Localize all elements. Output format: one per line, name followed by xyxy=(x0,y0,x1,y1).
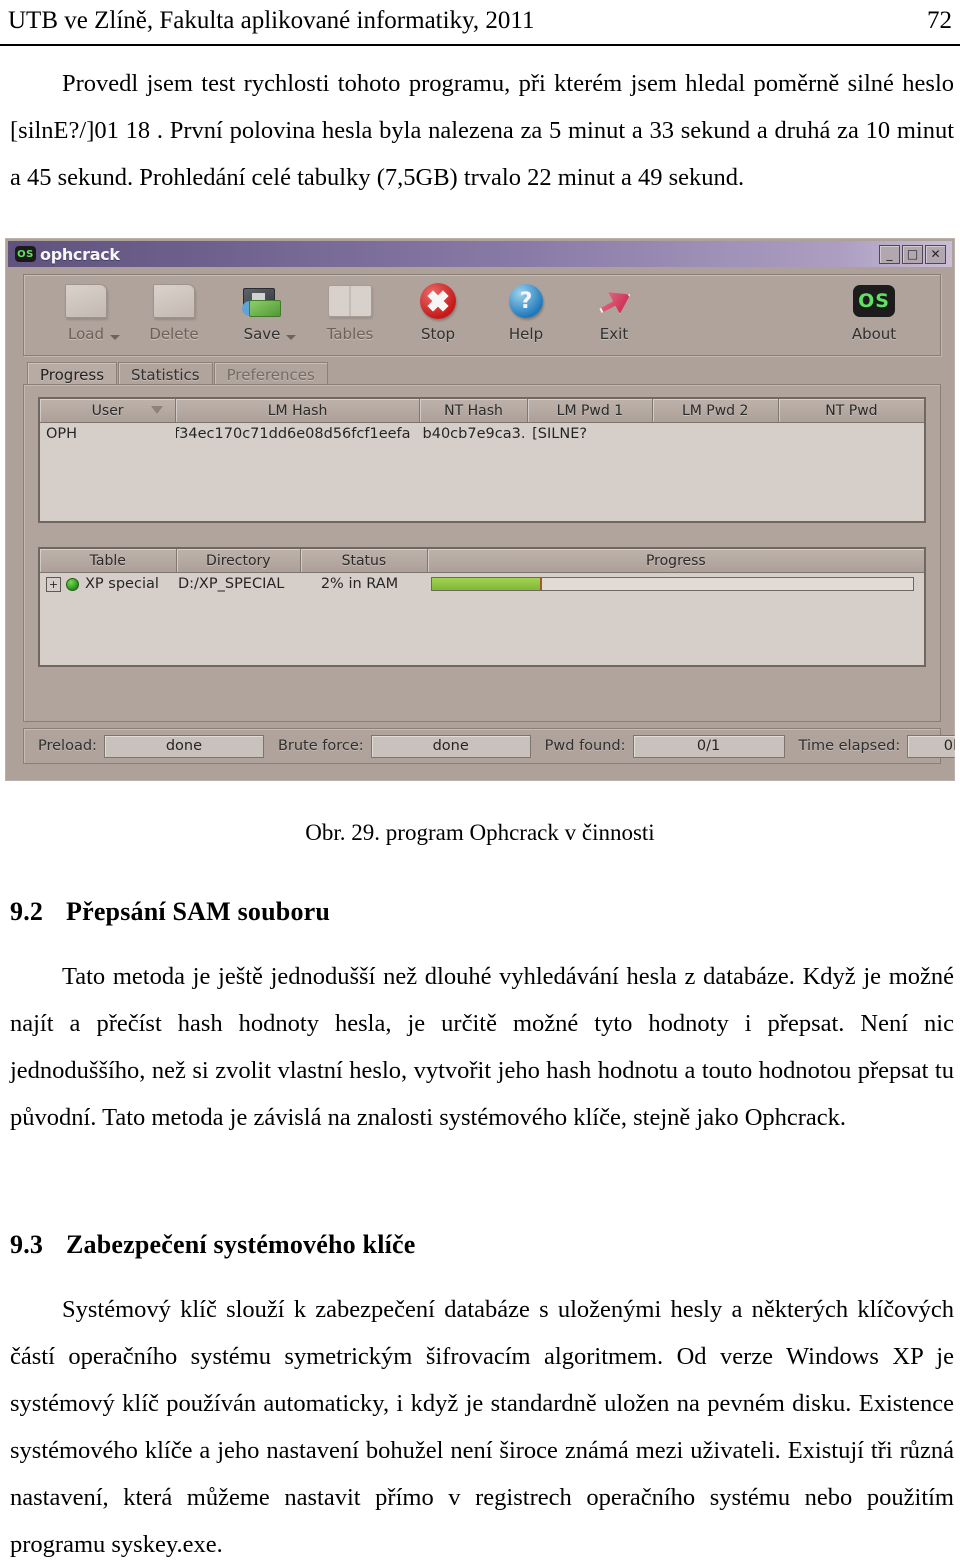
status-label-time-elapsed: Time elapsed: xyxy=(798,738,901,754)
cell-progress xyxy=(421,573,924,595)
ophcrack-titlebar: OS ophcrack _ □ ✕ xyxy=(8,241,952,267)
stop-icon xyxy=(414,279,462,323)
progress-bar xyxy=(430,577,915,591)
column-header-lm-pwd-1[interactable]: LM Pwd 1 xyxy=(528,399,653,422)
expand-icon[interactable]: + xyxy=(46,576,61,592)
cell-table-label: XP special xyxy=(85,576,159,592)
os-logo-icon: OS xyxy=(850,279,898,323)
cell-lm-pwd-1: [SILNE? xyxy=(532,426,588,442)
page-header: UTB ve Zlíně, Fakulta aplikované informa… xyxy=(8,6,952,40)
folder-delete-icon xyxy=(150,279,198,323)
status-dot-icon xyxy=(66,577,79,591)
minimize-icon[interactable]: _ xyxy=(879,244,900,264)
toolbar-button-about[interactable]: OS About xyxy=(830,279,918,343)
book-icon xyxy=(326,279,374,323)
toolbar-button-help[interactable]: ? Help xyxy=(482,279,570,343)
toolbar-label-exit: Exit xyxy=(599,325,629,343)
save-disk-icon xyxy=(238,279,286,323)
toolbar-button-delete[interactable]: Delete xyxy=(130,279,218,343)
users-table-header: User LM Hash NT Hash LM Pwd 1 LM Pwd 2 N… xyxy=(40,399,924,423)
toolbar-label-save: Save xyxy=(243,325,281,343)
ophcrack-window-screenshot: OS ophcrack _ □ ✕ Load Delete Save Table… xyxy=(5,238,955,781)
status-brute-force: Brute force: done xyxy=(264,734,531,758)
heading-9-2-number: 9.2 xyxy=(10,897,44,926)
tables-table-header: Table Directory Status Progress xyxy=(40,549,924,573)
header-divider xyxy=(0,44,960,46)
column-header-directory[interactable]: Directory xyxy=(176,549,302,572)
os-logo-text: OS xyxy=(853,285,895,317)
toolbar-label-tables: Tables xyxy=(326,325,374,343)
cell-table: + XP special xyxy=(40,573,172,595)
column-header-nt-hash[interactable]: NT Hash xyxy=(419,399,529,422)
ophcrack-toolbar: Load Delete Save Tables Stop ? Help Exit… xyxy=(23,274,941,356)
intro-paragraph: Provedl jsem test rychlosti tohoto progr… xyxy=(10,70,954,191)
users-table[interactable]: User LM Hash NT Hash LM Pwd 1 LM Pwd 2 N… xyxy=(38,397,926,523)
column-header-lm-hash[interactable]: LM Hash xyxy=(176,399,420,422)
cell-directory: D:/XP_SPECIAL xyxy=(178,576,285,592)
tables-table[interactable]: Table Directory Status Progress + XP spe… xyxy=(38,547,926,667)
cell-status: 2% in RAM xyxy=(320,576,399,592)
column-header-table[interactable]: Table xyxy=(40,549,177,572)
sort-descending-icon xyxy=(151,406,164,414)
page-header-title: UTB ve Zlíně, Fakulta aplikované informa… xyxy=(8,7,535,34)
toolbar-button-save[interactable]: Save xyxy=(218,279,306,343)
heading-9-3-text: Zabezpečení systémového klíče xyxy=(66,1230,416,1259)
status-value-preload: done xyxy=(103,734,264,758)
column-label-user: User xyxy=(91,402,124,419)
toolbar-label-stop: Stop xyxy=(420,325,456,343)
heading-9-3-number: 9.3 xyxy=(10,1230,44,1259)
window-controls: _ □ ✕ xyxy=(879,244,946,264)
status-value-time-elapsed: 0h 4m 17s xyxy=(907,734,955,758)
column-header-progress[interactable]: Progress xyxy=(427,549,924,572)
status-value-brute-force: done xyxy=(370,734,531,758)
close-icon[interactable]: ✕ xyxy=(925,244,946,264)
toolbar-button-load[interactable]: Load xyxy=(42,279,130,343)
heading-9-2-text: Přepsání SAM souboru xyxy=(66,897,331,926)
help-icon: ? xyxy=(502,279,550,323)
exit-arrow-icon xyxy=(590,279,638,323)
toolbar-button-exit[interactable]: Exit xyxy=(570,279,658,343)
table-row[interactable]: + XP special D:/XP_SPECIAL 2% in RAM xyxy=(40,573,924,595)
chevron-down-icon[interactable] xyxy=(286,335,296,340)
ophcrack-window-title: ophcrack xyxy=(40,244,120,264)
syskey-paragraph: Systémový klíč slouží k zabezpečení data… xyxy=(10,1296,954,1558)
toolbar-label-load: Load xyxy=(68,325,104,343)
ophcrack-statusbar: Preload: done Brute force: done Pwd foun… xyxy=(23,728,955,764)
cell-lm-pwd-2 xyxy=(651,423,778,445)
cell-nt-pwd xyxy=(778,423,924,445)
status-label-pwd-found: Pwd found: xyxy=(544,738,626,754)
status-label-brute-force: Brute force: xyxy=(277,738,364,754)
column-header-user[interactable]: User xyxy=(40,399,177,422)
toolbar-button-stop[interactable]: Stop xyxy=(394,279,482,343)
progress-bar-fill xyxy=(431,578,543,590)
column-header-nt-pwd[interactable]: NT Pwd xyxy=(778,399,924,422)
toolbar-label-help: Help xyxy=(508,325,544,343)
status-pwd-found: Pwd found: 0/1 xyxy=(531,734,785,758)
sam-paragraph: Tato metoda je ještě jednodušší než dlou… xyxy=(10,963,954,1131)
heading-9-3: 9.3 Zabezpečení systémového klíče xyxy=(10,1228,954,1262)
progress-panel: User LM Hash NT Hash LM Pwd 1 LM Pwd 2 N… xyxy=(23,384,941,722)
toolbar-button-tables[interactable]: Tables xyxy=(306,279,394,343)
status-time-elapsed: Time elapsed: 0h 4m 17s xyxy=(785,734,955,758)
table-row[interactable]: OPH 2a37f34ec170c71dd6e08d56fcf1eefa b40… xyxy=(40,423,924,445)
cell-user: OPH xyxy=(46,426,78,442)
ophcrack-logo-icon: OS xyxy=(15,246,36,262)
toolbar-label-about: About xyxy=(851,325,897,343)
page-number: 72 xyxy=(927,7,952,34)
cell-lm-hash: 2a37f34ec170c71dd6e08d56fcf1eefa xyxy=(176,426,411,442)
maximize-icon[interactable]: □ xyxy=(902,244,923,264)
status-preload: Preload: done xyxy=(24,734,264,758)
figure-caption: Obr. 29. program Ophcrack v činnosti xyxy=(305,820,655,845)
chevron-down-icon[interactable] xyxy=(110,335,120,340)
status-value-pwd-found: 0/1 xyxy=(632,734,785,758)
heading-9-2: 9.2 Přepsání SAM souboru xyxy=(10,895,954,929)
toolbar-label-delete: Delete xyxy=(149,325,199,343)
status-label-preload: Preload: xyxy=(38,738,97,754)
column-header-lm-pwd-2[interactable]: LM Pwd 2 xyxy=(652,399,779,422)
column-header-status[interactable]: Status xyxy=(301,549,428,572)
cell-nt-hash: b40cb7e9ca3... xyxy=(422,426,527,442)
folder-open-icon xyxy=(62,279,110,323)
